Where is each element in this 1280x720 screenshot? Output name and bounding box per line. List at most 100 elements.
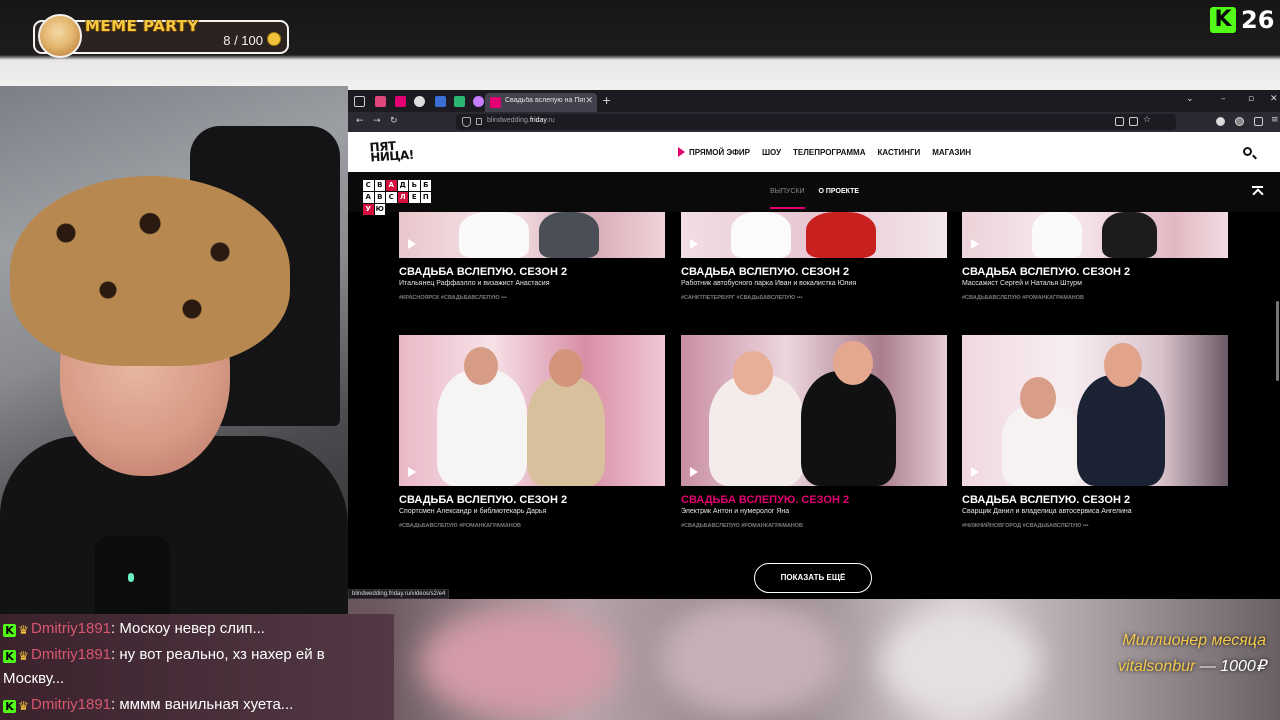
heart-icon[interactable] — [473, 96, 484, 107]
pinned-tab-icon[interactable] — [375, 96, 386, 107]
new-tab-button[interactable]: + — [602, 94, 611, 107]
scrollbar[interactable] — [1276, 301, 1279, 381]
episode-card[interactable]: СВАДЬБА ВСЛЕПУЮ. СЕЗОН 2 Массажист Серге… — [962, 212, 1228, 301]
episode-thumbnail[interactable] — [962, 335, 1228, 486]
mic-led-icon — [128, 573, 134, 582]
episode-tags[interactable]: #САНКТПЕТЕРБУРГ #СВАДЬБАВСЛЕПУЮ ••• — [681, 295, 947, 301]
extensions-puzzle-icon[interactable] — [1254, 117, 1263, 126]
pinned-tab-icon[interactable] — [395, 96, 406, 107]
bookmark-star-icon[interactable]: ☆ — [1143, 115, 1151, 125]
minimize-button[interactable]: – — [1221, 94, 1226, 104]
close-window-button[interactable]: ✕ — [1270, 94, 1278, 104]
play-icon[interactable] — [690, 239, 698, 249]
logo-letter: П — [420, 192, 431, 203]
episode-thumbnail[interactable] — [399, 335, 665, 486]
logo-letter: Е — [409, 192, 420, 203]
episode-title[interactable]: СВАДЬБА ВСЛЕПУЮ. СЕЗОН 2 — [962, 266, 1228, 278]
logo-letter: Л — [397, 192, 408, 203]
episode-title[interactable]: СВАДЬБА ВСЛЕПУЮ. СЕЗОН 2 — [962, 494, 1228, 506]
episode-thumbnail[interactable] — [681, 212, 947, 258]
episode-tags[interactable]: #СВАДЬБАВСЛЕПУЮ #РОМАНКАГРАМАНОВ — [962, 295, 1228, 301]
forward-button[interactable]: → — [373, 116, 381, 126]
chat-username[interactable]: Dmitriy1891 — [31, 696, 111, 713]
kick-badge-icon: K — [3, 700, 16, 713]
reader-view-icon[interactable] — [1115, 117, 1124, 126]
pinned-tab-icon[interactable] — [454, 96, 465, 107]
pinned-tab-icon[interactable] — [435, 96, 446, 107]
search-icon[interactable] — [1243, 147, 1252, 156]
episode-card[interactable]: СВАДЬБА ВСЛЕПУЮ. СЕЗОН 2 Сварщик Данил и… — [962, 335, 1228, 529]
friday-favicon-icon — [490, 97, 501, 108]
lock-icon[interactable] — [476, 118, 482, 125]
close-icon[interactable]: ✕ — [585, 96, 593, 106]
url-bar[interactable]: blindwedding.friday.ru — [456, 114, 1176, 130]
webcam-feed — [0, 86, 348, 614]
episode-card[interactable]: СВАДЬБА ВСЛЕПУЮ. СЕЗОН 2 Итальянец Раффа… — [399, 212, 665, 301]
pinned-tab-icon[interactable] — [414, 96, 425, 107]
episode-title[interactable]: СВАДЬБА ВСЛЕПУЮ. СЕЗОН 2 — [399, 494, 665, 506]
kick-badge-icon: K — [3, 624, 16, 637]
episode-thumbnail[interactable] — [399, 212, 665, 258]
tab-list-icon[interactable] — [354, 96, 365, 107]
back-button[interactable]: ← — [356, 116, 364, 126]
episode-tags[interactable]: #СВАДЬБАВСЛЕПУЮ #РОМАНКАГРАМАНОВ — [681, 523, 947, 529]
reload-button[interactable]: ↻ — [390, 116, 398, 126]
tab-bar: Свадьба вслепую на Пятнице ✕ + ⌄ – ▫ ✕ — [348, 91, 1280, 112]
chat-username[interactable]: Dmitriy1891 — [31, 646, 111, 663]
play-icon — [678, 147, 685, 157]
logo-letter: С — [386, 192, 397, 203]
maximize-button[interactable]: ▫ — [1248, 94, 1254, 104]
episode-card[interactable]: СВАДЬБА ВСЛЕПУЮ. СЕЗОН 2 Электрик Антон … — [681, 335, 947, 529]
nav-item-live[interactable]: ПРЯМОЙ ЭФИР — [689, 148, 750, 157]
stream-frame: MEME PARTY 8 / 100 K 26 Свадьба вслепую … — [0, 0, 1280, 720]
chat-text: : мммм ванильная хуета... — [111, 696, 294, 713]
episode-thumbnail[interactable] — [681, 335, 947, 486]
menu-icon[interactable]: ≡ — [1271, 115, 1279, 125]
extension-icon[interactable] — [1235, 117, 1244, 126]
episode-card[interactable]: СВАДЬБА ВСЛЕПУЮ. СЕЗОН 2 Работник автобу… — [681, 212, 947, 301]
friday-logo[interactable]: ПЯТ НИЦА! — [369, 139, 418, 165]
shield-icon[interactable] — [462, 117, 471, 127]
tab-active[interactable]: Свадьба вслепую на Пятнице ✕ — [485, 93, 597, 112]
episode-tags[interactable]: #КРАСНОЯРСК #СВАДЬБАВСЛЕПУЮ ••• — [399, 295, 665, 301]
nav-item-shop[interactable]: МАГАЗИН — [932, 148, 971, 157]
episode-tags[interactable]: #СВАДЬБАВСЛЕПУЮ #РОМАНКАГРАМАНОВ — [399, 523, 665, 529]
logo-letter: В — [374, 180, 385, 191]
show-more-button[interactable]: ПОКАЗАТЬ ЕЩЁ — [754, 563, 872, 593]
nav-item-tv-guide[interactable]: ТЕЛЕПРОГРАММА — [793, 148, 865, 157]
tab-about[interactable]: О ПРОЕКТЕ — [819, 188, 860, 209]
episode-thumbnail[interactable] — [962, 212, 1228, 258]
episode-title[interactable]: СВАДЬБА ВСЛЕПУЮ. СЕЗОН 2 — [681, 494, 947, 506]
play-icon[interactable] — [408, 467, 416, 477]
chat-text: : ну вот реально, хз нахер ей в — [111, 646, 325, 663]
coin-icon — [267, 32, 281, 46]
kick-viewer-count: 26 — [1241, 6, 1275, 34]
tab-episodes[interactable]: ВЫПУСКИ — [770, 188, 805, 209]
episode-title[interactable]: СВАДЬБА ВСЛЕПУЮ. СЕЗОН 2 — [681, 266, 947, 278]
episode-description: Электрик Антон и нумеролог Яна — [681, 508, 790, 515]
episode-title[interactable]: СВАДЬБА ВСЛЕПУЮ. СЕЗОН 2 — [399, 266, 665, 278]
extension-icon[interactable] — [1216, 117, 1225, 126]
leopard-hat — [10, 176, 290, 366]
chevron-down-icon[interactable]: ⌄ — [1186, 94, 1194, 104]
crown-badge-icon: ♛ — [18, 649, 29, 663]
play-icon[interactable] — [408, 239, 416, 249]
screenshot-icon[interactable] — [1129, 117, 1138, 126]
episode-card[interactable]: СВАДЬБА ВСЛЕПУЮ. СЕЗОН 2 Спортсмен Алекс… — [399, 335, 665, 529]
url-text[interactable]: blindwedding.friday.ru — [487, 117, 555, 124]
episode-description: Спортсмен Александр и библиотекарь Дарья — [399, 508, 547, 515]
millionaire-line: vitalsonbur — 1000₽ — [1118, 656, 1266, 676]
episode-description: Работник автобусного парка Иван и вокали… — [681, 280, 857, 287]
play-icon[interactable] — [971, 239, 979, 249]
play-icon[interactable] — [971, 467, 979, 477]
logo-letter: С — [363, 180, 374, 191]
episode-description: Массажист Сергей и Наталья Штурм — [962, 280, 1082, 287]
chat-username[interactable]: Dmitriy1891 — [31, 620, 111, 637]
play-icon[interactable] — [690, 467, 698, 477]
meme-party-count: 8 / 100 — [223, 33, 263, 48]
nav-item-castings[interactable]: КАСТИНГИ — [877, 148, 920, 157]
collapse-up-icon[interactable] — [1252, 186, 1263, 196]
nav-item-shows[interactable]: ШОУ — [762, 148, 781, 157]
blind-wedding-logo[interactable]: СВАДЬБАВСЛЕПУЮ — [363, 180, 431, 215]
episode-tags[interactable]: #НИЖНИЙНОВГОРОД #СВАДЬБАВСЛЕПУЮ ••• — [962, 523, 1228, 529]
